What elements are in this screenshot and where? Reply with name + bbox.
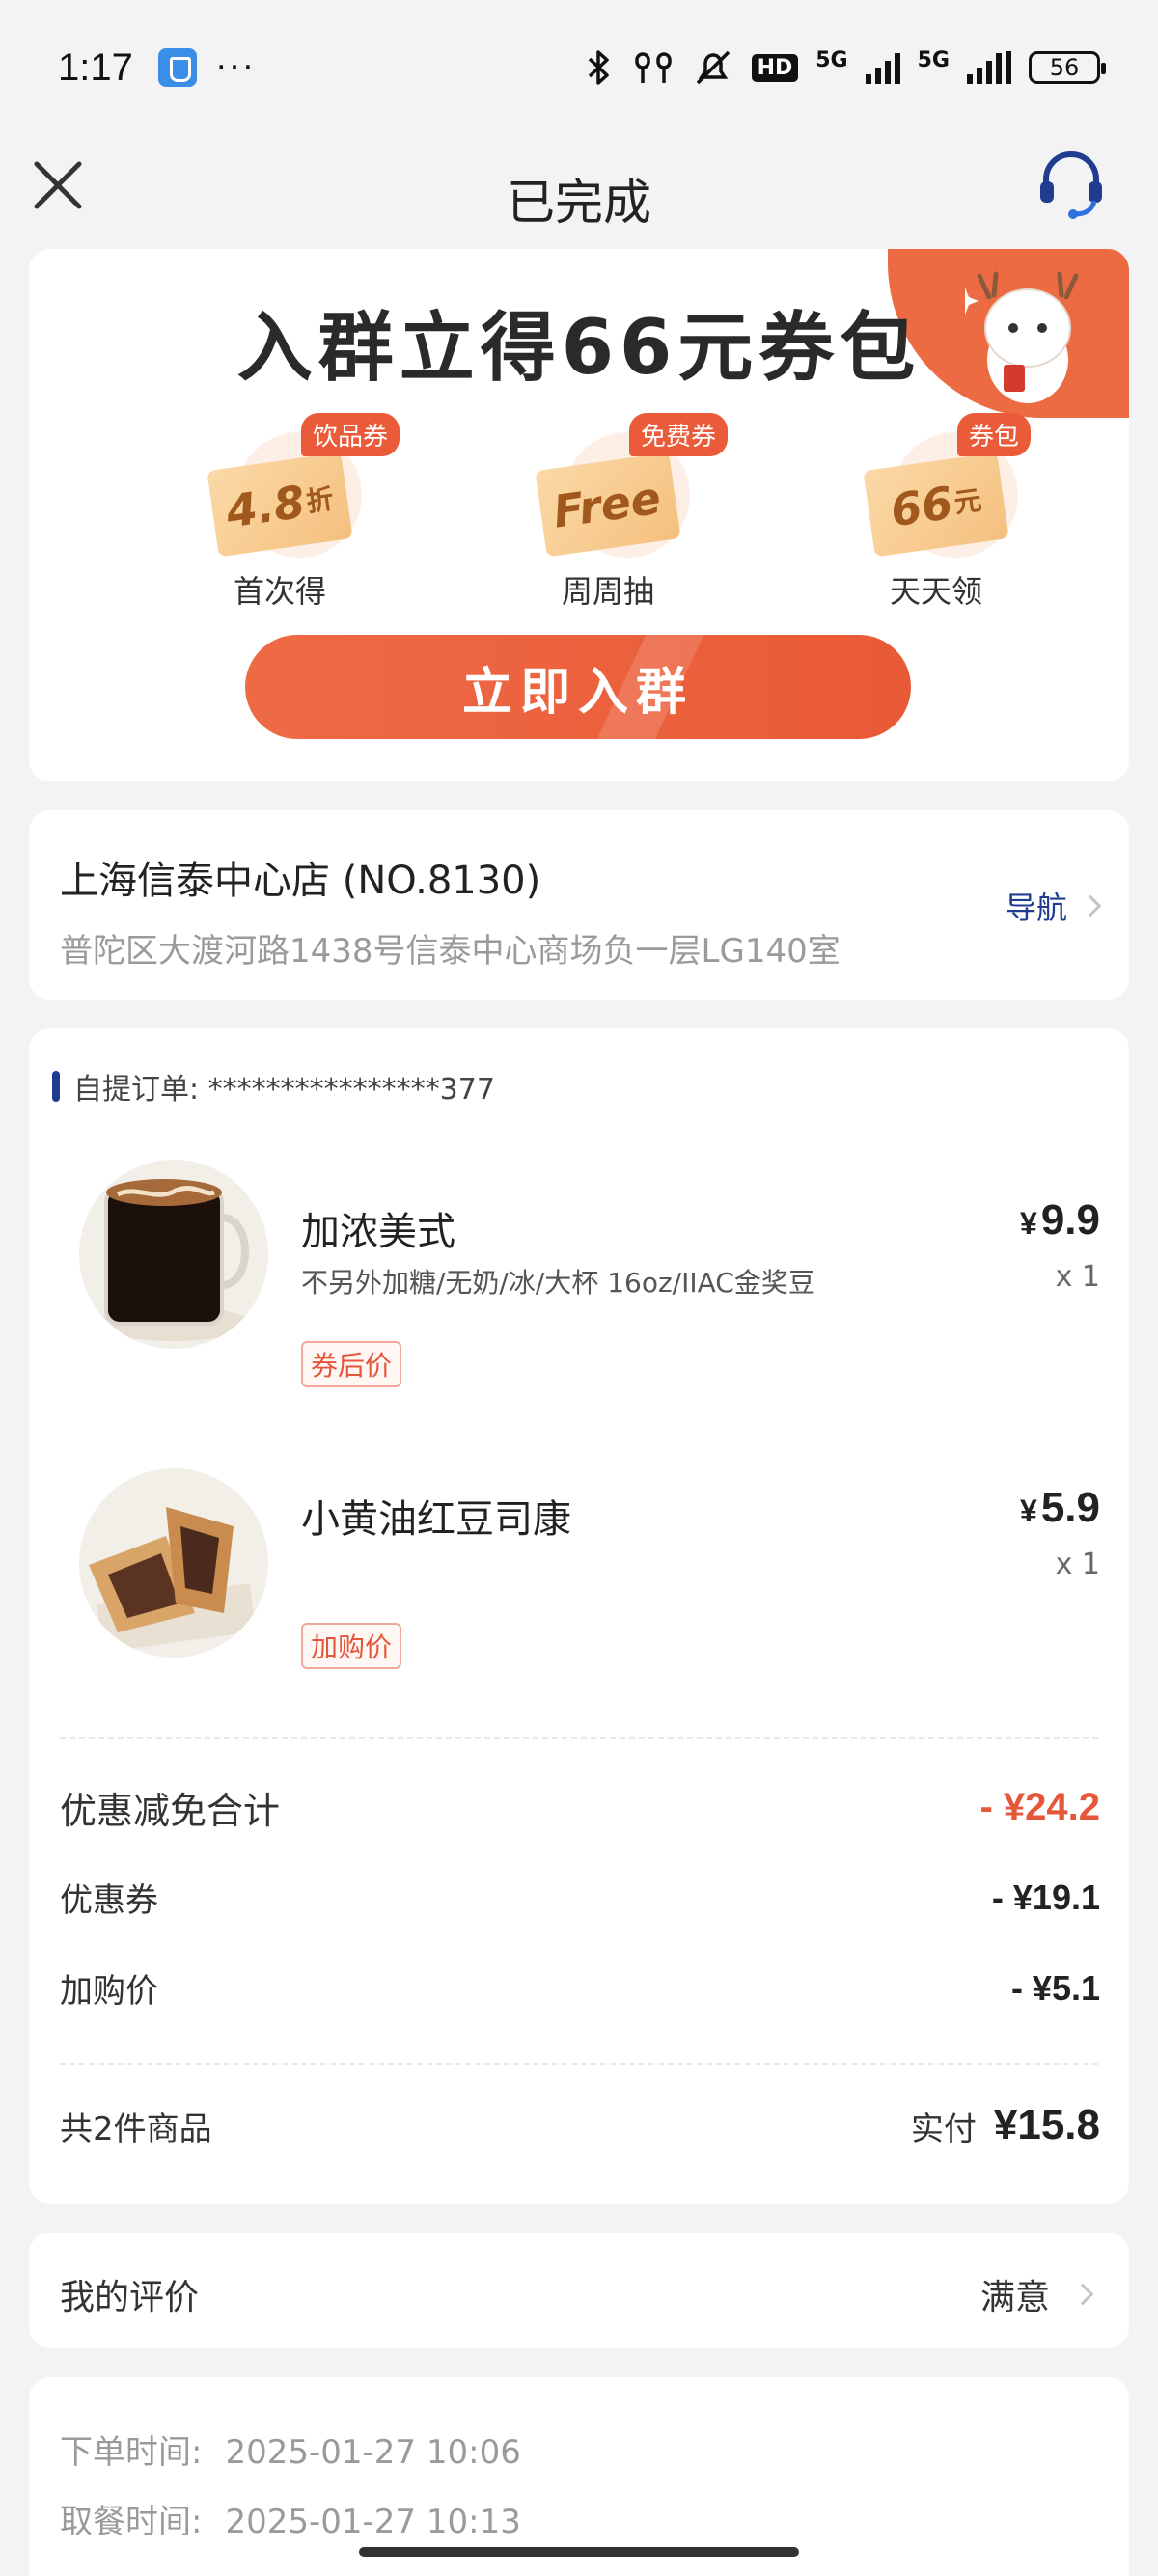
coupon-ticket-icon: Free — [535, 452, 681, 558]
perk-ticket-value: 4.8 — [223, 475, 309, 538]
discount-total-label: 优惠减免合计 — [60, 1790, 281, 1832]
more-notifications-icon: ··· — [215, 48, 257, 87]
network-label-1: 5G — [815, 48, 848, 72]
discount-label: 优惠券 — [60, 1881, 158, 1920]
pickup-time-row: 取餐时间: 2025-01-27 10:13 — [60, 2495, 521, 2542]
discount-value: - ¥19.1 — [991, 1877, 1100, 1917]
item-price: ¥9.9 — [1020, 1196, 1100, 1245]
order-number: 自提订单: ****************377 — [52, 1065, 495, 1108]
network-label-2: 5G — [917, 48, 950, 72]
store-name: 上海信泰中心店 (NO.8130) — [60, 859, 541, 903]
store-address: 普陀区大渡河路1438号信泰中心商场负一层LG140室 — [60, 932, 841, 971]
paid-value: ¥15.8 — [993, 2101, 1100, 2149]
join-group-button[interactable]: 立即入群 — [245, 635, 911, 739]
navigation-link[interactable]: 导航 — [1005, 884, 1102, 928]
battery-icon: 56 — [1029, 51, 1106, 84]
home-indicator[interactable] — [359, 2547, 799, 2557]
perk-ticket-unit: 折 — [304, 482, 336, 518]
signal-icon-2 — [967, 51, 1011, 84]
scone-image — [79, 1468, 268, 1658]
top-nav-bar: 已完成 — [0, 135, 1158, 251]
summary-row: 共2件商品 实付 ¥15.8 — [60, 2101, 1100, 2150]
paid-label: 实付 — [910, 2109, 977, 2149]
chevron-right-icon — [1071, 2283, 1094, 2306]
status-time: 1:17 — [58, 45, 133, 89]
review-card[interactable]: 我的评价 满意 — [29, 2233, 1129, 2348]
perk-tag: 免费券 — [629, 413, 729, 456]
hd-voice-badge: HD — [751, 53, 799, 82]
discount-row-coupon: 优惠券 - ¥19.1 — [60, 1874, 1100, 1921]
coupon-ticket-icon: 4.8 折 — [207, 452, 353, 558]
perk-ticket-value: 66 — [887, 476, 956, 537]
status-icons: HD 5G 5G 56 — [582, 48, 1106, 87]
bluetooth-icon — [588, 50, 609, 85]
perk-ticket-unit: 元 — [951, 483, 984, 520]
customer-service-icon[interactable] — [1033, 145, 1110, 222]
discount-row-addon: 加购价 - ¥5.1 — [60, 1964, 1100, 2012]
perk-daily: 66 元 券包 天天领 — [840, 413, 1090, 610]
order-time-value: 2025-01-27 10:06 — [225, 2433, 521, 2472]
perk-caption: 周周抽 — [561, 573, 654, 610]
page-title: 已完成 — [507, 175, 651, 231]
divider — [60, 1737, 1098, 1739]
promo-headline: 入群立得66元券包 — [236, 305, 922, 392]
item-price: ¥5.9 — [1020, 1484, 1100, 1532]
order-time-row: 下单时间: 2025-01-27 10:06 — [60, 2425, 521, 2473]
currency-symbol: ¥ — [1020, 1494, 1037, 1528]
discount-total-row: 优惠减免合计 - ¥24.2 — [60, 1781, 1100, 1834]
pickup-time-value: 2025-01-27 10:13 — [225, 2503, 521, 2541]
discount-label: 加购价 — [60, 1972, 158, 2011]
currency-symbol: ¥ — [1020, 1206, 1037, 1241]
item-specs: 不另外加糖/无奶/冰/大杯 16oz/IIAC金奖豆 — [301, 1267, 815, 1299]
perk-caption: 天天领 — [889, 573, 982, 610]
perk-weekly: Free 免费券 周周抽 — [511, 413, 762, 610]
price-tag-badge: 券后价 — [301, 1341, 402, 1387]
paid-amount: 实付 ¥15.8 — [911, 2101, 1100, 2150]
order-card: 自提订单: ****************377 加浓美式 不另外加糖/无奶/… — [29, 1028, 1129, 2204]
perk-first: 4.8 折 饮品券 首次得 — [183, 413, 434, 610]
review-value: 满意 — [979, 2269, 1094, 2319]
item-name: 加浓美式 — [301, 1210, 455, 1254]
discount-value: - ¥5.1 — [1010, 1967, 1100, 2008]
item-name: 小黄油红豆司康 — [301, 1497, 571, 1542]
order-number-text: 自提订单: ****************377 — [73, 1073, 495, 1107]
order-number-marker — [52, 1071, 60, 1102]
discount-total-value: - ¥24.2 — [979, 1786, 1100, 1828]
item-price-value: 9.9 — [1040, 1196, 1100, 1244]
navigation-label: 导航 — [1005, 890, 1067, 926]
review-rating: 满意 — [979, 2278, 1050, 2317]
security-app-icon — [157, 48, 197, 87]
item-quantity: x 1 — [1055, 1260, 1100, 1294]
signal-icon-1 — [865, 51, 900, 84]
order-time-label: 下单时间: — [60, 2433, 203, 2472]
divider — [60, 2063, 1098, 2065]
group-promo-card: 入群立得66元券包 4.8 折 饮品券 首次得 Free 免费券 周周抽 66 元 … — [29, 249, 1129, 781]
chevron-right-icon — [1079, 894, 1102, 918]
price-tag-badge: 加购价 — [301, 1623, 402, 1669]
perk-ticket-value: Free — [550, 471, 664, 538]
mute-bell-icon — [696, 50, 730, 85]
order-item[interactable]: 小黄油红豆司康 加购价 ¥5.9 x 1 — [29, 1468, 1129, 1719]
coffee-image — [79, 1160, 268, 1349]
pickup-time-label: 取餐时间: — [60, 2503, 203, 2541]
item-count: 共2件商品 — [60, 2109, 212, 2149]
perk-caption: 首次得 — [233, 573, 326, 610]
perk-tag: 饮品券 — [301, 413, 400, 456]
status-bar: 1:17 ··· HD 5G 5G 56 — [0, 0, 1158, 135]
review-label: 我的评价 — [60, 2278, 200, 2317]
item-price-value: 5.9 — [1040, 1484, 1100, 1531]
order-item[interactable]: 加浓美式 不另外加糖/无奶/冰/大杯 16oz/IIAC金奖豆 券后价 ¥9.9… — [29, 1160, 1129, 1411]
perk-tag: 券包 — [957, 413, 1032, 456]
store-card: 上海信泰中心店 (NO.8130) 普陀区大渡河路1438号信泰中心商场负一层L… — [29, 810, 1129, 1000]
earbuds-icon — [634, 52, 672, 83]
item-quantity: x 1 — [1055, 1548, 1100, 1581]
coupon-ticket-icon: 66 元 — [863, 452, 1009, 558]
